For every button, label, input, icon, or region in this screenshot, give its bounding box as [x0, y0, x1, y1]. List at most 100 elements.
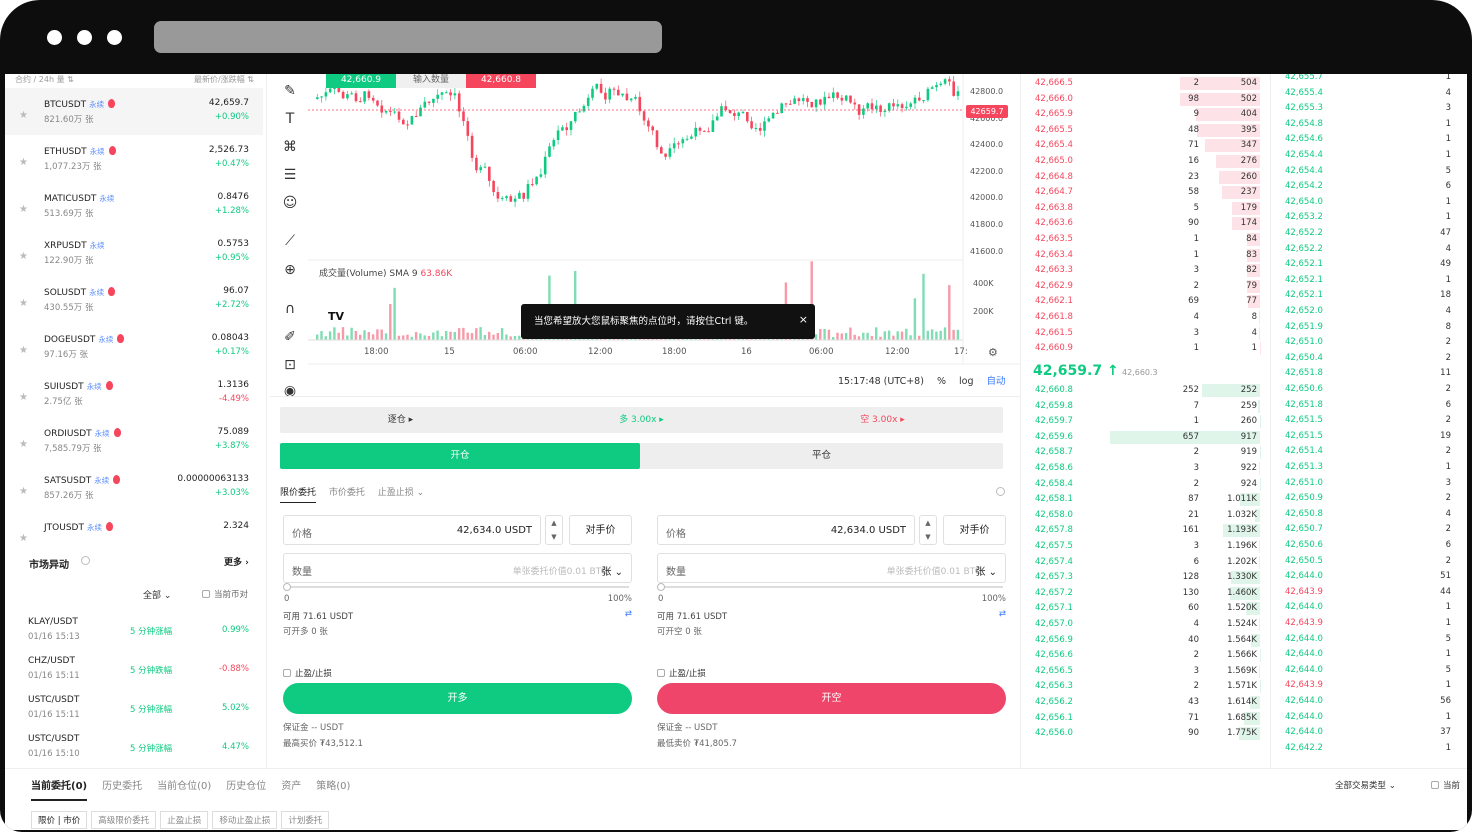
percent-toggle[interactable]: %	[937, 376, 946, 387]
orders-tab[interactable]: 当前委托(0)	[31, 781, 88, 801]
tab-tpsl-order[interactable]: 止盈止损 ⌄	[378, 488, 424, 498]
sort-by-price[interactable]: 最新价/涨跌幅 ⇅	[194, 74, 254, 88]
sort-by-volume[interactable]: 合约 / 24h 量 ⇅	[15, 74, 74, 88]
ask-row[interactable]: 42,664.8 23 260	[1021, 170, 1271, 186]
trade-type-filter[interactable]: 全部交易类型 ⌄	[1335, 779, 1396, 791]
price-stepper[interactable]: ▲ ▼	[545, 515, 563, 545]
buy-price-field[interactable]: 价格 42,634.0 USDT	[283, 515, 541, 545]
close-icon[interactable]: ×	[799, 302, 808, 337]
mover-row[interactable]: KLAY/USDT 01/16 15:13 5 分钟涨幅 0.99%	[5, 613, 267, 652]
bid-row[interactable]: 42,656.6 2 1.566K	[1021, 648, 1271, 664]
fib-icon[interactable]: ☰	[281, 166, 299, 184]
bid-row[interactable]: 42,657.2 130 1.460K	[1021, 586, 1271, 602]
checkbox-icon[interactable]	[202, 590, 210, 598]
bid-row[interactable]: 42,657.0 4 1.524K	[1021, 617, 1271, 633]
open-short-button[interactable]: 开空	[657, 683, 1006, 714]
bid-row[interactable]: 42,656.3 2 1.571K	[1021, 679, 1271, 695]
sell-price-button[interactable]: 42,660.8	[466, 74, 536, 88]
log-toggle[interactable]: log	[959, 376, 973, 387]
star-icon[interactable]: ★	[19, 345, 28, 356]
bid-row[interactable]: 42,658.4 2 924	[1021, 477, 1271, 493]
sell-tpsl-checkbox[interactable]: 止盈/止损	[657, 667, 706, 679]
settings-icon[interactable]: ⚙	[988, 346, 998, 359]
quantity-input[interactable]: 输入数量	[396, 74, 466, 88]
orders-tab[interactable]: 历史委托	[102, 781, 142, 792]
bid-row[interactable]: 42,656.9 40 1.564K	[1021, 633, 1271, 649]
bid-row[interactable]: 42,656.2 43 1.614K	[1021, 695, 1271, 711]
market-row[interactable]: ★ ETHUSDT 永续 1,077.23万 张 2,526.73 +0.47%	[5, 135, 263, 182]
star-icon[interactable]: ★	[19, 157, 28, 168]
order-subtab[interactable]: 止盈止损	[160, 811, 209, 829]
movers-more-link[interactable]: 更多 ›	[224, 555, 249, 568]
market-row[interactable]: ★ XRPUSDT 永续 122.90万 张 0.5753 +0.95%	[5, 229, 263, 276]
ask-row[interactable]: 42,663.5 1 84	[1021, 232, 1271, 248]
ask-row[interactable]: 42,663.8 5 179	[1021, 201, 1271, 217]
tab-market-order[interactable]: 市价委托	[329, 488, 365, 498]
slider-handle[interactable]	[283, 583, 291, 591]
star-icon[interactable]: ★	[19, 392, 28, 403]
bid-row[interactable]: 42,658.7 2 919	[1021, 445, 1271, 461]
ask-row[interactable]: 42,662.1 69 77	[1021, 294, 1271, 310]
open-tab[interactable]: 开仓	[280, 443, 640, 469]
buy-quantity-field[interactable]: 数量 单张委托价值0.01 BTC 张 ⌄	[283, 553, 632, 583]
market-row[interactable]: ★ BTCUSDT 永续 821.60万 张 42,659.7 +0.90%	[5, 88, 263, 135]
star-icon[interactable]: ★	[19, 486, 28, 497]
sell-quantity-field[interactable]: 数量 单张委托价值0.01 BTC 张 ⌄	[657, 553, 1006, 583]
transfer-icon[interactable]: ⇄	[625, 609, 632, 619]
market-row[interactable]: ★ SATSUSDT 永续 857.26万 张 0.00000063133 +3.03%	[5, 464, 263, 511]
star-icon[interactable]: ★	[19, 251, 28, 262]
margin-mode-button[interactable]: 逐仓 ▸	[280, 407, 521, 433]
star-icon[interactable]: ★	[19, 204, 28, 215]
magnet-icon[interactable]: ∩	[281, 300, 299, 318]
ask-row[interactable]: 42,666.0 98 502	[1021, 92, 1271, 108]
zoom-icon[interactable]: ⊕	[281, 261, 299, 279]
orders-tab[interactable]: 历史仓位	[226, 781, 266, 792]
bid-row[interactable]: 42,657.4 6 1.202K	[1021, 555, 1271, 571]
auto-toggle[interactable]: 自动	[987, 376, 1006, 387]
mover-row[interactable]: USTC/USDT 01/16 15:10 5 分钟涨幅 4.47%	[5, 730, 267, 769]
order-subtab[interactable]: 计划委托	[281, 811, 330, 829]
bid-row[interactable]: 42,658.1 87 1.011K	[1021, 492, 1271, 508]
slider-handle[interactable]	[657, 583, 665, 591]
pattern-icon[interactable]: ⌘	[281, 138, 299, 156]
orders-tab[interactable]: 策略(0)	[316, 781, 350, 792]
long-leverage-button[interactable]: 多 3.00x ▸	[521, 407, 762, 433]
order-subtab[interactable]: 移动止盈止损	[212, 811, 278, 829]
ask-row[interactable]: 42,666.5 2 504	[1021, 76, 1271, 92]
order-subtab[interactable]: 限价 | 市价	[31, 811, 88, 829]
ask-row[interactable]: 42,663.3 3 82	[1021, 263, 1271, 279]
bid-row[interactable]: 42,659.6 657 917	[1021, 430, 1271, 446]
ask-row[interactable]: 42,663.4 1 83	[1021, 248, 1271, 264]
emoji-icon[interactable]: ☺	[281, 194, 299, 212]
orders-tab[interactable]: 资产	[281, 781, 301, 792]
order-subtab[interactable]: 高级限价委托	[91, 811, 157, 829]
bid-row[interactable]: 42,659.8 7 259	[1021, 399, 1271, 415]
text-icon[interactable]: T	[281, 110, 299, 128]
star-icon[interactable]: ★	[19, 110, 28, 121]
help-icon[interactable]	[996, 487, 1005, 496]
star-icon[interactable]: ★	[19, 439, 28, 450]
buy-price-button[interactable]: 42,660.9	[326, 74, 396, 88]
pen-icon[interactable]: ✎	[281, 82, 299, 100]
bid-row[interactable]: 42,658.6 3 922	[1021, 461, 1271, 477]
ask-row[interactable]: 42,661.5 3 4	[1021, 326, 1271, 342]
bid-row[interactable]: 42,656.0 90 1.775K	[1021, 726, 1271, 742]
mover-row[interactable]: USTC/USDT 01/16 15:11 5 分钟涨幅 5.02%	[5, 691, 267, 730]
transfer-icon[interactable]: ⇄	[999, 609, 1006, 619]
short-leverage-button[interactable]: 空 3.00x ▸	[762, 407, 1003, 433]
bid-row[interactable]: 42,656.5 3 1.569K	[1021, 664, 1271, 680]
ask-row[interactable]: 42,662.9 2 79	[1021, 279, 1271, 295]
info-icon[interactable]	[81, 556, 90, 565]
bid-row[interactable]: 42,657.1 60 1.520K	[1021, 601, 1271, 617]
sell-quantity-slider[interactable]	[657, 583, 1003, 591]
mover-row[interactable]: CHZ/USDT 01/16 15:11 5 分钟跌幅 -0.88%	[5, 652, 267, 691]
open-long-button[interactable]: 开多	[283, 683, 632, 714]
movers-filter-dropdown[interactable]: 全部 ⌄	[143, 588, 171, 601]
market-row[interactable]: ★ ORDIUSDT 永续 7,585.79万 张 75.089 +3.87%	[5, 417, 263, 464]
market-row[interactable]: ★ DOGEUSDT 永续 97.16万 张 0.08043 +0.17%	[5, 323, 263, 370]
bid-row[interactable]: 42,658.0 21 1.032K	[1021, 508, 1271, 524]
bid-row[interactable]: 42,657.8 161 1.193K	[1021, 523, 1271, 539]
bid-row[interactable]: 42,657.3 128 1.330K	[1021, 570, 1271, 586]
ask-row[interactable]: 42,664.7 58 237	[1021, 185, 1271, 201]
ask-row[interactable]: 42,665.0 16 276	[1021, 154, 1271, 170]
